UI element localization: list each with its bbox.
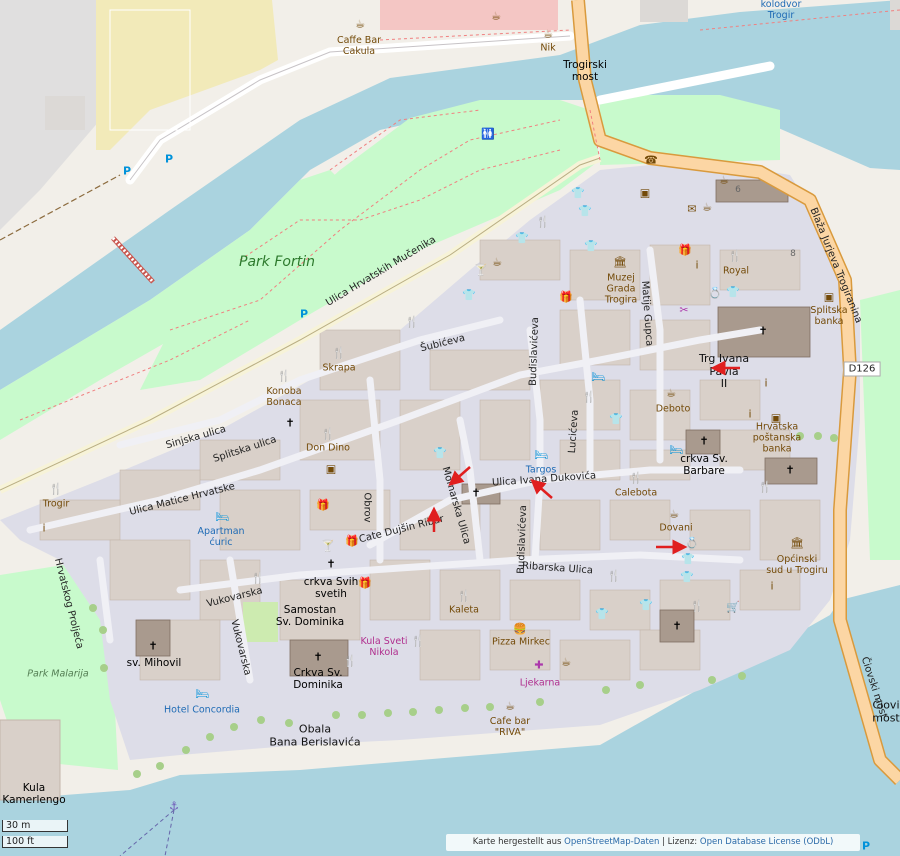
scale-bar: 30 m 100 ft [2,818,68,854]
annotation-arrows [426,360,740,555]
attribution-middle: | Lizenz: [659,837,700,847]
scale-metric: 30 m [2,820,68,832]
attribution-license-link[interactable]: Open Database License (ODbL) [700,837,833,847]
attribution: Karte hergestellt aus OpenStreetMap-Date… [446,834,860,851]
map[interactable]: Ulica Hrvatskih Mučenika Šubićeva Sinjsk… [0,0,900,856]
attribution-prefix: Karte hergestellt aus [472,837,565,847]
red-arrow [530,479,553,499]
red-arrow [448,466,471,486]
scale-imperial: 100 ft [2,836,68,848]
attribution-osm-link[interactable]: OpenStreetMap-Daten [564,837,659,847]
